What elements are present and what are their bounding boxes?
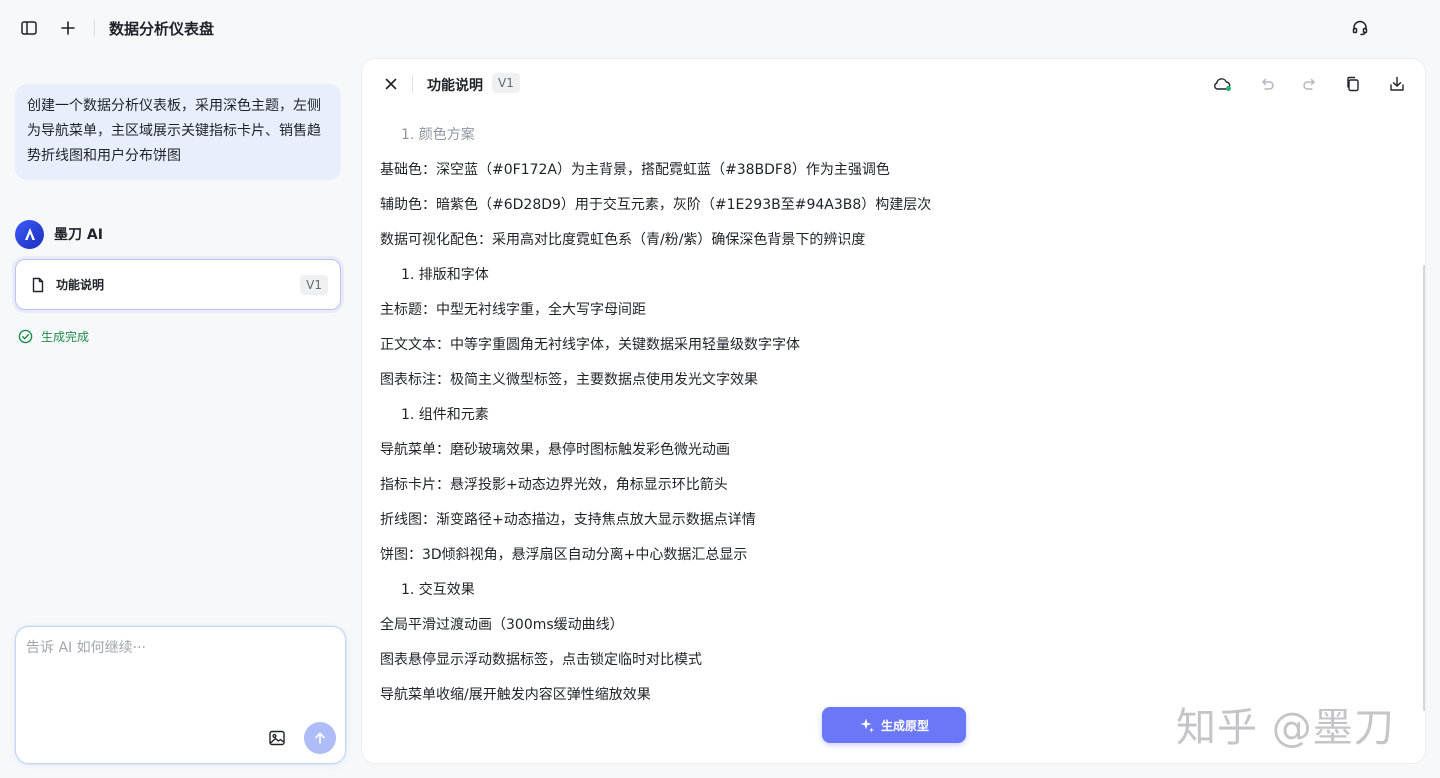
modao-logo-icon <box>24 228 35 240</box>
document-panel: 功能说明 V1 1. 颜色方案 基础色：深空蓝（#0F172A）为主背景，搭配霓… <box>361 58 1426 764</box>
image-icon <box>269 730 285 746</box>
top-bar: 数据分析仪表盘 <box>0 0 1440 56</box>
download-icon <box>1390 76 1404 91</box>
doc-section-heading: 1. 交互效果 <box>401 582 475 598</box>
arrow-up-icon <box>315 732 325 744</box>
document-content: 1. 颜色方案基础色：深空蓝（#0F172A）为主背景，搭配霓虹蓝（#38BDF… <box>380 121 1400 706</box>
file-icon <box>32 277 44 292</box>
plus-icon <box>61 21 75 35</box>
doc-section-heading: 1. 组件和元素 <box>401 407 489 423</box>
doc-paragraph: 图表悬停显示浮动数据标签，点击锁定临时对比模式 <box>380 652 702 668</box>
undo-icon <box>1262 78 1274 90</box>
undo-button[interactable] <box>1253 70 1281 98</box>
generate-prototype-button[interactable]: 生成原型 <box>822 707 966 743</box>
doc-paragraph: 基础色：深空蓝（#0F172A）为主背景，搭配霓虹蓝（#38BDF8）作为主强调… <box>380 162 890 178</box>
generation-status: 生成完成 <box>18 328 89 345</box>
ai-name: 墨刀 AI <box>54 227 103 243</box>
download-button[interactable] <box>1383 70 1411 98</box>
close-document-button[interactable] <box>377 70 405 98</box>
chat-input[interactable] <box>26 637 326 717</box>
doc-paragraph: 折线图：渐变路径+动态描边，支持焦点放大显示数据点详情 <box>380 512 756 528</box>
upload-image-button[interactable] <box>263 724 291 752</box>
support-button[interactable] <box>1346 14 1374 42</box>
cloud-sync-dot <box>1226 86 1231 91</box>
sparkle-icon <box>860 718 874 733</box>
redo-icon <box>1303 78 1315 90</box>
doc-card[interactable]: 功能说明 V1 <box>15 259 341 310</box>
ai-avatar <box>15 219 44 249</box>
doc-paragraph: 图表标注：极简主义微型标签，主要数据点使用发光文字效果 <box>380 372 758 388</box>
check-circle-icon <box>18 329 33 344</box>
headset-icon <box>1352 20 1368 36</box>
document-title: 功能说明 <box>427 78 483 94</box>
document-header: 功能说明 V1 <box>362 59 1425 109</box>
doc-paragraph: 正文文本：中等字重圆角无衬线字体，关键数据采用轻量级数字字体 <box>380 337 800 353</box>
doc-paragraph: 辅助色：暗紫色（#6D28D9）用于交互元素，灰阶（#1E293B至#94A3B… <box>380 197 932 213</box>
document-version: V1 <box>492 73 520 93</box>
doc-paragraph: 数据可视化配色：采用高对比度霓虹色系（青/粉/紫）确保深色背景下的辨识度 <box>380 232 866 248</box>
doc-paragraph: 主标题：中型无衬线字重，全大写字母间距 <box>380 302 646 318</box>
topbar-divider <box>94 19 95 37</box>
header-divider <box>412 76 413 92</box>
send-button[interactable] <box>304 722 336 754</box>
doc-paragraph: 指标卡片：悬浮投影+动态边界光效，角标显示环比箭头 <box>380 477 728 493</box>
doc-paragraph: 全局平滑过渡动画（300ms缓动曲线） <box>380 617 624 633</box>
user-prompt-bubble: 创建一个数据分析仪表板，采用深色主题，左侧为导航菜单，主区域展示关键指标卡片、销… <box>15 84 341 180</box>
doc-card-label: 功能说明 <box>56 278 105 292</box>
watermark: 知乎 @墨刀 <box>1176 705 1395 751</box>
doc-section-heading: 1. 颜色方案 <box>401 127 475 143</box>
doc-paragraph: 导航菜单：磨砂玻璃效果，悬停时图标触发彩色微光动画 <box>380 442 730 458</box>
sidebar-toggle-icon <box>21 21 37 35</box>
generate-prototype-label: 生成原型 <box>880 718 929 733</box>
copy-icon <box>1347 76 1359 92</box>
cloud-save-status[interactable] <box>1208 70 1236 98</box>
status-text: 生成完成 <box>41 330 90 344</box>
page-title: 数据分析仪表盘 <box>109 20 215 38</box>
doc-card-version: V1 <box>300 274 328 295</box>
doc-paragraph: 饼图：3D倾斜视角，悬浮扇区自动分离+中心数据汇总显示 <box>380 547 748 563</box>
doc-section-heading: 1. 排版和字体 <box>401 267 489 283</box>
redo-button[interactable] <box>1296 70 1324 98</box>
sidebar-toggle-button[interactable] <box>15 14 43 42</box>
document-scrollbar[interactable] <box>1423 265 1425 711</box>
new-project-button[interactable] <box>54 14 82 42</box>
chat-input-box <box>15 626 346 764</box>
ai-identity: 墨刀 AI <box>15 219 103 249</box>
close-icon <box>385 78 397 90</box>
copy-button[interactable] <box>1339 70 1367 98</box>
